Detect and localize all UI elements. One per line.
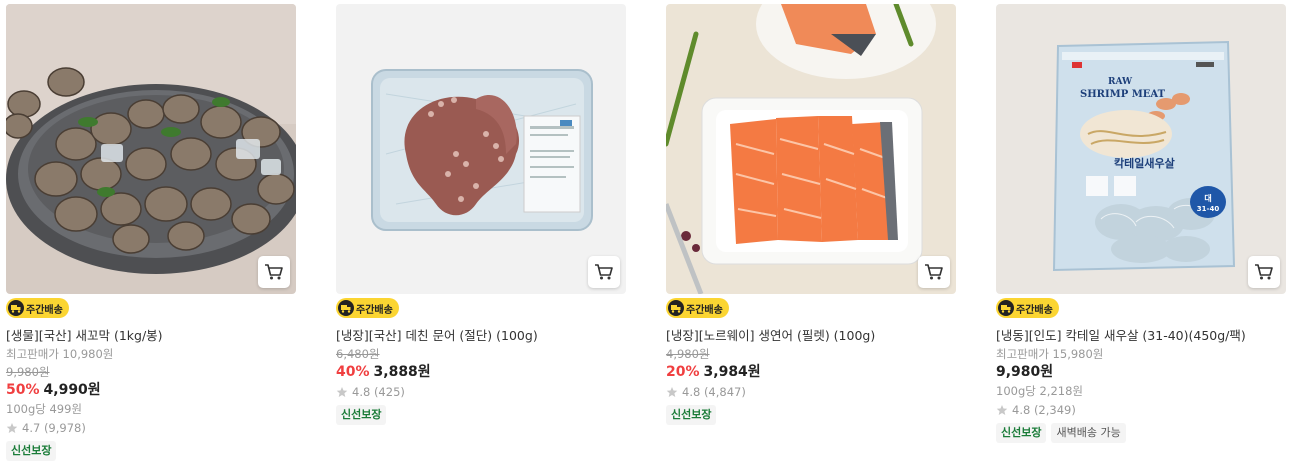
add-to-cart-button[interactable] xyxy=(1248,256,1280,288)
add-to-cart-button[interactable] xyxy=(918,256,950,288)
fresh-guarantee-tag: 신선보장 xyxy=(996,423,1047,443)
package-size-label: 대 xyxy=(1204,193,1211,203)
price-line: 20% 3,984원 xyxy=(666,363,956,381)
price-line: 40% 3,888원 xyxy=(336,363,626,381)
weekly-delivery-badge: 주간배송 xyxy=(336,298,399,318)
product-card[interactable]: RAW SHRIMP MEAT 칵테일새우살 대 31-40 주간배송 [냉동]… xyxy=(996,4,1286,443)
badge-label: 주간배송 xyxy=(686,304,723,316)
truck-icon xyxy=(338,300,354,316)
dawn-delivery-tag: 새벽배송 가능 xyxy=(1051,423,1126,443)
cart-icon xyxy=(265,264,283,280)
badge-label: 주간배송 xyxy=(356,304,393,316)
best-price: 최고판매가 15,980원 xyxy=(996,347,1104,361)
product-title[interactable]: [냉동][인도] 칵테일 새우살 (31-40)(450g/팩) xyxy=(996,328,1286,344)
rating-text: 4.8 (2,349) xyxy=(1012,403,1076,417)
fresh-guarantee-tag: 신선보장 xyxy=(6,441,57,461)
rating-text: 4.7 (9,978) xyxy=(22,421,86,435)
product-image[interactable] xyxy=(666,4,956,294)
shrimp-package-photo: RAW SHRIMP MEAT 칵테일새우살 대 31-40 xyxy=(996,4,1286,294)
weekly-delivery-badge: 주간배송 xyxy=(6,298,69,318)
cockles-photo xyxy=(6,4,296,294)
original-price: 6,480원 xyxy=(336,347,380,361)
price-line: 50% 4,990원 xyxy=(6,381,296,399)
product-image[interactable]: RAW SHRIMP MEAT 칵테일새우살 대 31-40 xyxy=(996,4,1286,294)
sale-price: 9,980원 xyxy=(996,364,1054,380)
unit-price: 100g당 499원 xyxy=(6,402,83,416)
product-title[interactable]: [냉장][국산] 데친 문어 (절단) (100g) xyxy=(336,328,626,344)
sale-price: 3,984원 xyxy=(703,364,761,380)
best-price: 최고판매가 10,980원 xyxy=(6,347,114,361)
add-to-cart-button[interactable] xyxy=(258,256,290,288)
tag-list: 신선보장 xyxy=(666,405,956,425)
rating: 4.8 (425) xyxy=(336,384,626,400)
unit-price: 100g당 2,218원 xyxy=(996,384,1083,398)
tag-list: 신선보장 새벽배송 가능 xyxy=(996,423,1286,443)
salmon-photo xyxy=(666,4,956,294)
rating: 4.7 (9,978) xyxy=(6,420,296,436)
original-price: 9,980원 xyxy=(6,365,50,379)
product-info: 주간배송 [생물][국산] 새꼬막 (1kg/봉) 최고판매가 10,980원 … xyxy=(6,294,296,461)
fresh-guarantee-tag: 신선보장 xyxy=(666,405,717,425)
sale-price: 4,990원 xyxy=(43,382,101,398)
product-info: 주간배송 [냉동][인도] 칵테일 새우살 (31-40)(450g/팩) 최고… xyxy=(996,294,1286,443)
discount-rate: 50% xyxy=(6,382,40,398)
star-icon xyxy=(666,387,678,397)
product-info: 주간배송 [냉장][노르웨이] 생연어 (필렛) (100g) 4,980원 2… xyxy=(666,294,956,425)
rating-text: 4.8 (4,847) xyxy=(682,385,746,399)
rating: 4.8 (2,349) xyxy=(996,402,1286,418)
tag-list: 신선보장 xyxy=(336,405,626,425)
cart-icon xyxy=(1255,264,1273,280)
octopus-photo xyxy=(336,4,626,294)
price-line: 9,980원 xyxy=(996,363,1286,381)
tag-list: 신선보장 xyxy=(6,441,296,461)
add-to-cart-button[interactable] xyxy=(588,256,620,288)
weekly-delivery-badge: 주간배송 xyxy=(666,298,729,318)
discount-rate: 40% xyxy=(336,364,370,380)
package-korean-text: 칵테일새우살 xyxy=(1114,156,1175,170)
truck-icon xyxy=(668,300,684,316)
fresh-guarantee-tag: 신선보장 xyxy=(336,405,387,425)
package-shrimp-meat-text: SHRIMP MEAT xyxy=(1080,89,1166,100)
star-icon xyxy=(336,387,348,397)
sale-price: 3,888원 xyxy=(373,364,431,380)
badge-label: 주간배송 xyxy=(26,304,63,316)
product-card[interactable]: 주간배송 [냉장][국산] 데친 문어 (절단) (100g) 6,480원 4… xyxy=(336,4,626,425)
truck-icon xyxy=(8,300,24,316)
star-icon xyxy=(6,423,18,433)
product-image[interactable] xyxy=(6,4,296,294)
truck-icon xyxy=(998,300,1014,316)
rating-text: 4.8 (425) xyxy=(352,385,405,399)
star-icon xyxy=(996,405,1008,415)
package-size-text: 31-40 xyxy=(1197,205,1220,213)
package-raw-text: RAW xyxy=(1108,77,1133,87)
product-grid: 주간배송 [생물][국산] 새꼬막 (1kg/봉) 최고판매가 10,980원 … xyxy=(0,0,1290,461)
weekly-delivery-badge: 주간배송 xyxy=(996,298,1059,318)
cart-icon xyxy=(595,264,613,280)
product-card[interactable]: 주간배송 [생물][국산] 새꼬막 (1kg/봉) 최고판매가 10,980원 … xyxy=(6,4,296,461)
discount-rate: 20% xyxy=(666,364,700,380)
product-card[interactable]: 주간배송 [냉장][노르웨이] 생연어 (필렛) (100g) 4,980원 2… xyxy=(666,4,956,425)
cart-icon xyxy=(925,264,943,280)
product-title[interactable]: [냉장][노르웨이] 생연어 (필렛) (100g) xyxy=(666,328,956,344)
product-info: 주간배송 [냉장][국산] 데친 문어 (절단) (100g) 6,480원 4… xyxy=(336,294,626,425)
original-price: 4,980원 xyxy=(666,347,710,361)
product-title[interactable]: [생물][국산] 새꼬막 (1kg/봉) xyxy=(6,328,296,344)
product-image[interactable] xyxy=(336,4,626,294)
badge-label: 주간배송 xyxy=(1016,304,1053,316)
rating: 4.8 (4,847) xyxy=(666,384,956,400)
